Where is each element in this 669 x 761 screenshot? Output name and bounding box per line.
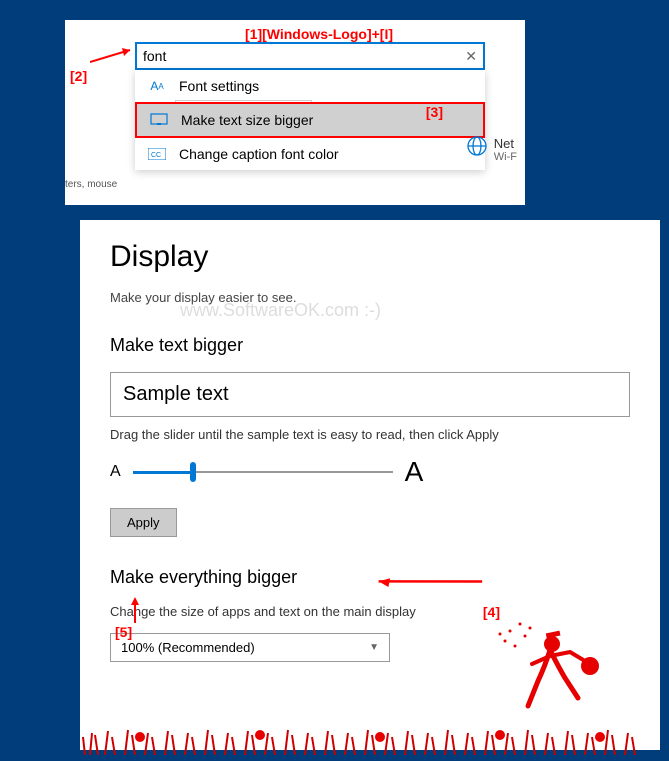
- dropdown-label: Make text size bigger: [181, 112, 313, 128]
- chevron-down-icon: ▼: [369, 642, 379, 653]
- watermark-grey: www.SoftwareOK.com :-): [180, 300, 381, 321]
- running-figure-icon: [490, 616, 610, 736]
- section-make-text-bigger: Make text bigger: [110, 335, 630, 356]
- annotation-2: [2]: [70, 68, 87, 84]
- annotation-1: [1][Windows-Logo]+[I]: [245, 26, 393, 42]
- search-box[interactable]: ✕: [135, 42, 485, 70]
- annotation-5: [5]: [115, 624, 132, 640]
- slider-fill: [133, 471, 190, 474]
- clear-icon[interactable]: ✕: [465, 48, 477, 65]
- grass-decoration-icon: [80, 725, 640, 755]
- search-input[interactable]: [143, 48, 465, 64]
- slider-thumb[interactable]: [190, 462, 196, 482]
- text-size-slider[interactable]: [133, 471, 393, 473]
- slider-instruction: Drag the slider until the sample text is…: [110, 427, 630, 442]
- globe-icon: [466, 135, 488, 163]
- arrow-icon: [125, 595, 145, 625]
- scale-value: 100% (Recommended): [121, 640, 255, 655]
- scale-dropdown[interactable]: 100% (Recommended) ▼: [110, 633, 390, 662]
- display-settings-panel: Display Make your display easier to see.…: [80, 220, 660, 750]
- page-title: Display: [110, 240, 630, 274]
- cc-icon: CC: [147, 146, 167, 162]
- network-snippet: Net Wi-F: [466, 135, 517, 163]
- dropdown-item-make-text-bigger[interactable]: Make text size bigger [3]: [135, 102, 485, 138]
- svg-text:CC: CC: [151, 152, 161, 159]
- arrow-icon: [90, 44, 140, 64]
- dropdown-label: Font settings: [179, 78, 259, 94]
- font-icon: AA: [147, 78, 167, 94]
- dropdown-item-caption-color[interactable]: CC Change caption font color: [135, 138, 485, 170]
- text-size-slider-row: A A: [110, 456, 630, 488]
- truncated-text-left: ters, mouse: [65, 179, 117, 190]
- search-dropdown: AA Font settings Make text size bigger M…: [135, 70, 485, 170]
- wifi-label: Wi-F: [494, 151, 517, 163]
- dropdown-label: Change caption font color: [179, 146, 339, 162]
- small-a-label: A: [110, 463, 121, 481]
- apply-button[interactable]: Apply: [110, 508, 177, 537]
- sample-text-box: Sample text: [110, 372, 630, 417]
- search-panel: [1][Windows-Logo]+[I] [2] ✕ AA Font sett…: [65, 20, 525, 205]
- network-label: Net: [494, 136, 517, 151]
- annotation-3: [3]: [426, 104, 443, 120]
- monitor-icon: [149, 112, 169, 128]
- big-a-label: A: [405, 456, 424, 488]
- dropdown-item-font-settings[interactable]: AA Font settings Make text size bigger: [135, 70, 485, 102]
